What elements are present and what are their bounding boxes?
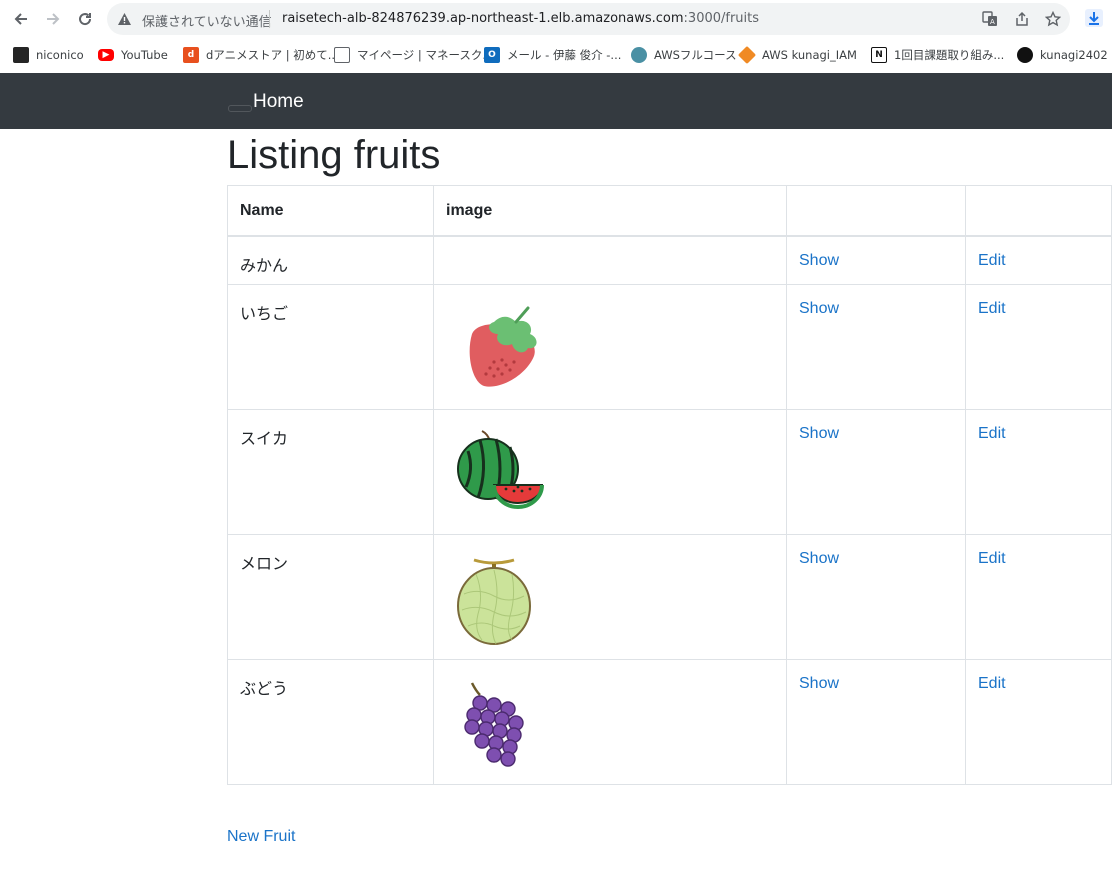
app-navbar: Home	[0, 73, 1112, 129]
strawberry-image	[469, 306, 537, 387]
aws-cube-icon	[737, 45, 757, 65]
address-bar[interactable]: 保護されていない通信 raisetech-alb-824876239.ap-no…	[107, 3, 1070, 35]
bookmark-notion[interactable]: N 1回目課題取り組み...	[871, 46, 1004, 64]
share-icon[interactable]	[1013, 11, 1031, 27]
outlook-icon: O	[484, 47, 500, 63]
page-title: Listing fruits	[227, 133, 441, 177]
warning-icon[interactable]	[117, 11, 132, 30]
new-fruit-link[interactable]: New Fruit	[227, 828, 295, 846]
grape-image	[464, 682, 524, 767]
show-link[interactable]: Show	[799, 300, 839, 317]
watermelon-image	[457, 430, 544, 509]
show-link[interactable]: Show	[799, 550, 839, 567]
fruit-name: メロン	[227, 534, 434, 660]
fruit-name: いちご	[227, 284, 434, 410]
bookmark-label: niconico	[36, 48, 84, 62]
browser-toolbar: 保護されていない通信 raisetech-alb-824876239.ap-no…	[0, 0, 1112, 38]
page-icon	[334, 47, 350, 63]
home-link[interactable]: Home	[253, 91, 304, 113]
table-row: メロン Show Edit	[227, 534, 1112, 660]
fruit-image-cell	[433, 284, 787, 410]
melon-image	[457, 558, 531, 645]
reload-icon[interactable]	[75, 9, 95, 29]
bookmark-aws-course[interactable]: AWSフルコース	[631, 46, 737, 64]
table-header-row: Name image	[227, 185, 1112, 237]
header-name: Name	[227, 185, 434, 237]
bookmark-niconico[interactable]: niconico	[13, 46, 84, 64]
fruits-table: Name image みかん Show Edit いちご Show Edit ス…	[227, 185, 1112, 785]
bookmark-outlook[interactable]: O メール - 伊藤 俊介 -...	[484, 46, 621, 64]
header-image: image	[433, 185, 787, 237]
edit-link[interactable]: Edit	[978, 252, 1006, 269]
translate-icon[interactable]: A	[981, 11, 999, 27]
download-icon[interactable]	[1084, 8, 1104, 28]
edit-link[interactable]: Edit	[978, 425, 1006, 442]
navbar-toggler[interactable]	[228, 105, 252, 112]
edit-link[interactable]: Edit	[978, 550, 1006, 567]
omnibox-divider	[269, 10, 270, 28]
table-row: みかん Show Edit	[227, 235, 1112, 285]
aws-course-icon	[631, 47, 647, 63]
bookmark-label: 1回目課題取り組み...	[894, 48, 1005, 62]
fruit-image-cell	[433, 235, 787, 285]
table-row: ぶどう Show Edit	[227, 659, 1112, 785]
table-row: いちご Show Edit	[227, 284, 1112, 410]
show-link[interactable]: Show	[799, 252, 839, 269]
bookmark-mypage[interactable]: マイページ | マネースク...	[334, 46, 493, 64]
security-label: 保護されていない通信	[142, 15, 272, 30]
bookmark-danime[interactable]: d dアニメストア | 初めて...	[183, 46, 339, 64]
bookmark-label: dアニメストア | 初めて...	[206, 48, 339, 62]
show-link[interactable]: Show	[799, 675, 839, 692]
bookmarks-bar: niconico ▶ YouTube d dアニメストア | 初めて... マイ…	[0, 38, 1112, 72]
notion-icon: N	[871, 47, 887, 63]
url-host: raisetech-alb-824876239.ap-northeast-1.e…	[282, 11, 684, 26]
danime-icon: d	[183, 47, 199, 63]
fruit-image-cell	[433, 659, 787, 785]
forward-arrow-icon[interactable]	[43, 9, 63, 29]
header-edit	[965, 185, 1112, 237]
bookmark-label: マイページ | マネースク...	[357, 48, 494, 62]
edit-link[interactable]: Edit	[978, 675, 1006, 692]
youtube-icon: ▶	[98, 49, 114, 61]
header-show	[786, 185, 966, 237]
bookmark-label: YouTube	[121, 48, 168, 62]
bookmark-label: AWS kunagi_IAM	[762, 48, 857, 62]
back-arrow-icon[interactable]	[11, 9, 31, 29]
svg-text:A: A	[990, 18, 995, 26]
table-row: スイカ Show Edit	[227, 409, 1112, 535]
fruit-image-cell	[433, 534, 787, 660]
github-icon	[1017, 47, 1033, 63]
bookmark-aws-iam[interactable]: AWS kunagi_IAM	[737, 45, 857, 65]
edit-link[interactable]: Edit	[978, 300, 1006, 317]
show-link[interactable]: Show	[799, 425, 839, 442]
url-text[interactable]: raisetech-alb-824876239.ap-northeast-1.e…	[282, 11, 759, 26]
fruit-image-cell	[433, 409, 787, 535]
bookmark-label: メール - 伊藤 俊介 -...	[507, 48, 622, 62]
bookmark-label: kunagi2402	[1040, 48, 1108, 62]
bookmark-github[interactable]: kunagi2402	[1017, 46, 1108, 64]
niconico-icon	[13, 47, 29, 63]
bookmark-youtube[interactable]: ▶ YouTube	[98, 46, 168, 64]
bookmark-label: AWSフルコース	[654, 48, 737, 62]
url-path: :3000/fruits	[683, 11, 760, 26]
fruit-name: ぶどう	[227, 659, 434, 785]
fruit-name: みかん	[227, 235, 434, 285]
fruit-name: スイカ	[227, 409, 434, 535]
bookmark-star-icon[interactable]	[1044, 11, 1062, 27]
